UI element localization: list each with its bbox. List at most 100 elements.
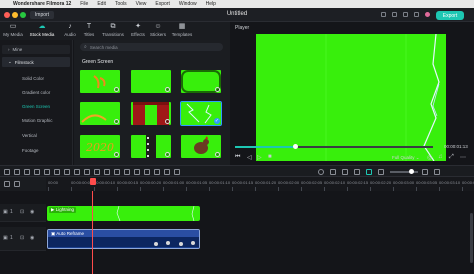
menu-tools[interactable]: Tools — [115, 1, 127, 7]
preview-screen[interactable] — [256, 33, 446, 162]
playhead-handle[interactable] — [90, 178, 96, 185]
gift-icon[interactable] — [403, 12, 408, 17]
previous-frame-icon[interactable]: ⏮ — [235, 154, 240, 161]
keyframe-icon[interactable] — [104, 169, 110, 175]
sidebar-item-green-screen[interactable]: Green Screen — [22, 104, 50, 109]
sidebar-item-footage[interactable]: Footage — [22, 148, 39, 153]
snapshot-icon[interactable]: ◎ — [427, 154, 432, 161]
speed-icon[interactable] — [94, 169, 100, 175]
layout-icon[interactable] — [381, 12, 386, 17]
color-icon[interactable] — [84, 169, 90, 175]
sidebar-item-mine[interactable]: › Mine — [2, 45, 70, 54]
ai-icon[interactable] — [366, 169, 372, 175]
download-icon[interactable] — [114, 87, 119, 92]
timeline-ruler[interactable]: 00:00 00:00:00:05 00:00:00:10 00:00:00:15 00… — [0, 177, 474, 191]
audio-icon[interactable] — [114, 169, 120, 175]
rotate-icon[interactable] — [74, 169, 80, 175]
download-icon[interactable] — [165, 87, 170, 92]
add-track-icon[interactable] — [4, 181, 10, 187]
play-icon[interactable]: ▷ — [257, 154, 262, 161]
menu-file[interactable]: File — [80, 1, 88, 7]
sidebar-item-filmstock[interactable]: ⌄ Filmstock — [2, 57, 70, 67]
sidebar-item-motion-graphic[interactable]: Motion Graphic — [22, 118, 53, 123]
download-icon[interactable] — [114, 119, 119, 124]
play-back-icon[interactable]: ◁ — [247, 154, 252, 161]
export-button[interactable]: Export — [436, 11, 464, 20]
tab-transitions[interactable]: ⧉ Transitions — [98, 23, 128, 39]
eye-icon[interactable]: ◉ — [30, 209, 34, 215]
undo-icon[interactable] — [14, 169, 20, 175]
text-icon[interactable] — [64, 169, 70, 175]
media-thumbnail[interactable] — [80, 70, 120, 93]
download-icon[interactable] — [215, 87, 220, 92]
green-screen-icon[interactable] — [144, 169, 150, 175]
more-tools-icon[interactable] — [174, 169, 180, 175]
tab-stock-media[interactable]: ☁ Stock Media — [27, 23, 57, 39]
voiceover-icon[interactable] — [342, 169, 348, 175]
motion-tracking-icon[interactable] — [124, 169, 130, 175]
scrubber-handle[interactable] — [293, 144, 298, 149]
snap-icon[interactable] — [354, 169, 360, 175]
vertical-scrollbar[interactable] — [470, 213, 473, 263]
redo-icon[interactable] — [24, 169, 30, 175]
monitor-icon[interactable] — [392, 12, 397, 17]
zoom-slider-handle[interactable] — [409, 169, 414, 174]
download-icon[interactable] — [165, 119, 170, 124]
eye-icon[interactable]: ◉ — [30, 235, 34, 241]
media-thumbnail[interactable] — [80, 102, 120, 125]
zoom-in-icon[interactable] — [422, 169, 428, 175]
quality-select[interactable]: Full Quality ⌄ — [392, 155, 420, 161]
download-icon[interactable] — [114, 152, 119, 157]
media-thumbnail-selected[interactable]: ✓ — [180, 101, 222, 126]
tab-templates[interactable]: ▦ Templates — [168, 23, 196, 39]
search-input[interactable]: ⌕ Search media — [80, 43, 223, 51]
menu-export[interactable]: Export — [155, 1, 169, 7]
render-icon[interactable] — [318, 169, 324, 175]
media-thumbnail[interactable] — [131, 102, 171, 125]
zoom-out-icon[interactable] — [378, 169, 384, 175]
timeline-clip-lightning[interactable]: ▶ Lightning — [47, 206, 200, 221]
avatar[interactable] — [425, 12, 430, 17]
chevron-right-icon: › — [8, 47, 10, 52]
reframe-icon[interactable] — [164, 169, 170, 175]
media-thumbnail[interactable]: 2020 — [80, 135, 120, 158]
delete-icon[interactable] — [34, 169, 40, 175]
tab-my-media[interactable]: ▭ My Media — [2, 23, 24, 39]
cut-icon[interactable] — [44, 169, 50, 175]
fullscreen-icon[interactable]: ⤢ — [449, 154, 454, 161]
ruler-tick-label: 00:00:02:05 — [301, 180, 323, 185]
media-thumbnail[interactable] — [181, 70, 221, 93]
ruler-header — [0, 177, 46, 191]
stop-icon[interactable]: ■ — [268, 154, 272, 160]
layout-icon[interactable] — [4, 169, 10, 175]
timeline-clip-auto-reframe[interactable]: ▣ Auto Reframe — [47, 229, 200, 249]
menu-app-name[interactable]: Wondershare Filmora 12 — [13, 1, 71, 7]
mask-icon[interactable] — [134, 169, 140, 175]
tab-titles[interactable]: T Titles — [78, 23, 100, 39]
cloud-icon[interactable] — [414, 12, 419, 17]
lock-icon[interactable]: ⊡ — [20, 235, 24, 241]
tab-stickers[interactable]: ☺ Stickers — [146, 23, 170, 39]
menu-edit[interactable]: Edit — [97, 1, 106, 7]
track-index: 1 — [10, 209, 13, 215]
menu-window[interactable]: Window — [179, 1, 197, 7]
download-icon[interactable] — [165, 152, 170, 157]
sidebar-item-gradient-color[interactable]: Gradient color — [22, 90, 50, 95]
download-icon[interactable] — [215, 152, 220, 157]
menu-view[interactable]: View — [136, 1, 147, 7]
fit-icon[interactable] — [434, 169, 440, 175]
media-thumbnail[interactable] — [181, 135, 221, 158]
menu-help[interactable]: Help — [206, 1, 216, 7]
playback-scrubber[interactable] — [235, 144, 433, 149]
sidebar-item-vertical[interactable]: Vertical — [22, 133, 37, 138]
media-thumbnail[interactable] — [131, 70, 171, 93]
crop-icon[interactable] — [54, 169, 60, 175]
more-icon[interactable]: ⋯ — [460, 154, 466, 161]
sidebar-item-solid-color[interactable]: Solid Color — [22, 76, 44, 81]
volume-icon[interactable]: ♫ — [438, 154, 443, 160]
link-icon[interactable] — [14, 181, 20, 187]
lock-icon[interactable]: ⊡ — [20, 209, 24, 215]
media-thumbnail[interactable] — [131, 135, 171, 158]
stabilize-icon[interactable] — [154, 169, 160, 175]
marker-icon[interactable] — [330, 169, 336, 175]
